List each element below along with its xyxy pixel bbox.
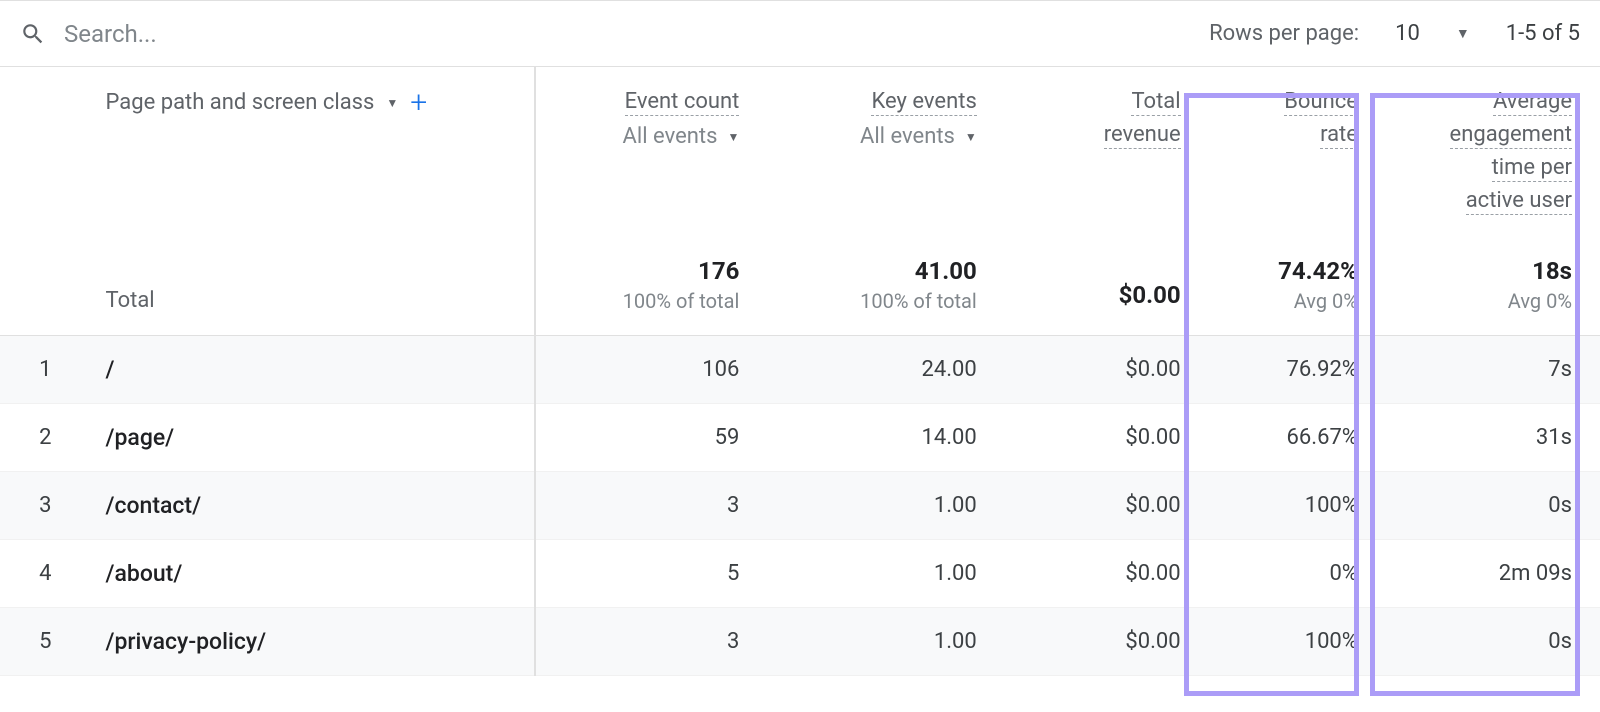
cell-avg-engagement: 7s <box>1386 336 1600 404</box>
rows-per-page-select[interactable]: 10 ▼ <box>1391 15 1474 52</box>
column-header-key-events[interactable]: Key events All events▼ <box>767 67 1004 217</box>
cell-bounce-rate: 66.67% <box>1209 404 1386 472</box>
page-range-label: 1-5 of 5 <box>1506 21 1580 46</box>
row-index: 5 <box>0 608 82 676</box>
col-label: rate <box>1320 122 1358 149</box>
table-row[interactable]: 3/contact/31.00$0.00100%0s <box>0 472 1600 540</box>
col-label: revenue <box>1104 122 1181 149</box>
row-index: 1 <box>0 336 82 404</box>
analytics-table: Rows per page: 10 ▼ 1-5 of 5 Page path a… <box>0 0 1600 676</box>
chevron-down-icon[interactable]: ▼ <box>965 130 977 144</box>
total-revenue: $0.00 <box>1005 217 1209 336</box>
cell-revenue: $0.00 <box>1005 404 1209 472</box>
cell-bounce-rate: 100% <box>1209 608 1386 676</box>
cell-avg-engagement: 2m 09s <box>1386 540 1600 608</box>
row-index: 4 <box>0 540 82 608</box>
search-icon <box>20 21 46 47</box>
page-path: /contact/ <box>82 492 535 519</box>
rows-per-page-label: Rows per page: <box>1209 21 1359 46</box>
cell-event-count: 59 <box>535 404 767 472</box>
column-header-avg-engagement[interactable]: Average engagement time per active user <box>1386 67 1600 217</box>
chevron-down-icon: ▼ <box>1456 25 1470 42</box>
dimension-label: Page path and screen class <box>106 90 375 115</box>
cell-bounce-rate: 0% <box>1209 540 1386 608</box>
col-label: active user <box>1466 188 1572 215</box>
cell-event-count: 5 <box>535 540 767 608</box>
col-label: engagement <box>1450 122 1572 149</box>
cell-event-count: 3 <box>535 608 767 676</box>
totals-label: Total <box>82 288 535 313</box>
cell-event-count: 106 <box>535 336 767 404</box>
total-avg-engagement: 18s Avg 0% <box>1386 217 1600 336</box>
cell-key-events: 1.00 <box>767 608 1004 676</box>
col-label: Total <box>1131 89 1180 116</box>
total-bounce-rate: 74.42% Avg 0% <box>1209 217 1386 336</box>
table-body: 1/10624.00$0.0076.92%7s2/page/5914.00$0.… <box>0 336 1600 676</box>
col-label: Bounce <box>1284 89 1358 116</box>
pagination-controls: Rows per page: 10 ▼ 1-5 of 5 <box>1209 15 1580 52</box>
cell-key-events: 1.00 <box>767 472 1004 540</box>
page-path: /privacy-policy/ <box>82 628 535 655</box>
table-toolbar: Rows per page: 10 ▼ 1-5 of 5 <box>0 1 1600 67</box>
row-index: 3 <box>0 472 82 540</box>
column-header-event-count[interactable]: Event count All events▼ <box>535 67 767 217</box>
cell-key-events: 14.00 <box>767 404 1004 472</box>
search-input[interactable] <box>64 20 364 48</box>
cell-revenue: $0.00 <box>1005 608 1209 676</box>
page-path: /about/ <box>82 560 535 587</box>
table-row[interactable]: 5/privacy-policy/31.00$0.00100%0s <box>0 608 1600 676</box>
column-header-total-revenue[interactable]: Total revenue <box>1005 67 1209 217</box>
totals-row: Total 176 100% of total 41.00 100% of to… <box>0 217 1600 336</box>
cell-key-events: 24.00 <box>767 336 1004 404</box>
cell-revenue: $0.00 <box>1005 336 1209 404</box>
total-key-events: 41.00 100% of total <box>767 217 1004 336</box>
cell-avg-engagement: 0s <box>1386 608 1600 676</box>
column-header-row: Page path and screen class ▼ + Event cou… <box>0 67 1600 217</box>
chevron-down-icon[interactable]: ▼ <box>727 130 739 144</box>
table-row[interactable]: 1/10624.00$0.0076.92%7s <box>0 336 1600 404</box>
page-path: / <box>82 356 535 383</box>
cell-avg-engagement: 0s <box>1386 472 1600 540</box>
col-label: time per <box>1492 155 1572 182</box>
page-path: /page/ <box>82 424 535 451</box>
cell-revenue: $0.00 <box>1005 472 1209 540</box>
column-header-bounce-rate[interactable]: Bounce rate <box>1209 67 1386 217</box>
chevron-down-icon[interactable]: ▼ <box>386 96 398 110</box>
table-row[interactable]: 4/about/51.00$0.000%2m 09s <box>0 540 1600 608</box>
add-dimension-button[interactable]: + <box>410 85 427 120</box>
cell-key-events: 1.00 <box>767 540 1004 608</box>
cell-avg-engagement: 31s <box>1386 404 1600 472</box>
index-header <box>0 67 82 217</box>
search-field-wrap <box>20 20 1191 48</box>
cell-bounce-rate: 76.92% <box>1209 336 1386 404</box>
col-label: Average <box>1493 89 1572 116</box>
row-index: 2 <box>0 404 82 472</box>
table-row[interactable]: 2/page/5914.00$0.0066.67%31s <box>0 404 1600 472</box>
cell-event-count: 3 <box>535 472 767 540</box>
dimension-header: Page path and screen class ▼ + <box>82 67 536 217</box>
rows-per-page-value: 10 <box>1395 21 1420 46</box>
total-event-count: 176 100% of total <box>535 217 767 336</box>
data-table: Page path and screen class ▼ + Event cou… <box>0 67 1600 676</box>
cell-revenue: $0.00 <box>1005 540 1209 608</box>
cell-bounce-rate: 100% <box>1209 472 1386 540</box>
